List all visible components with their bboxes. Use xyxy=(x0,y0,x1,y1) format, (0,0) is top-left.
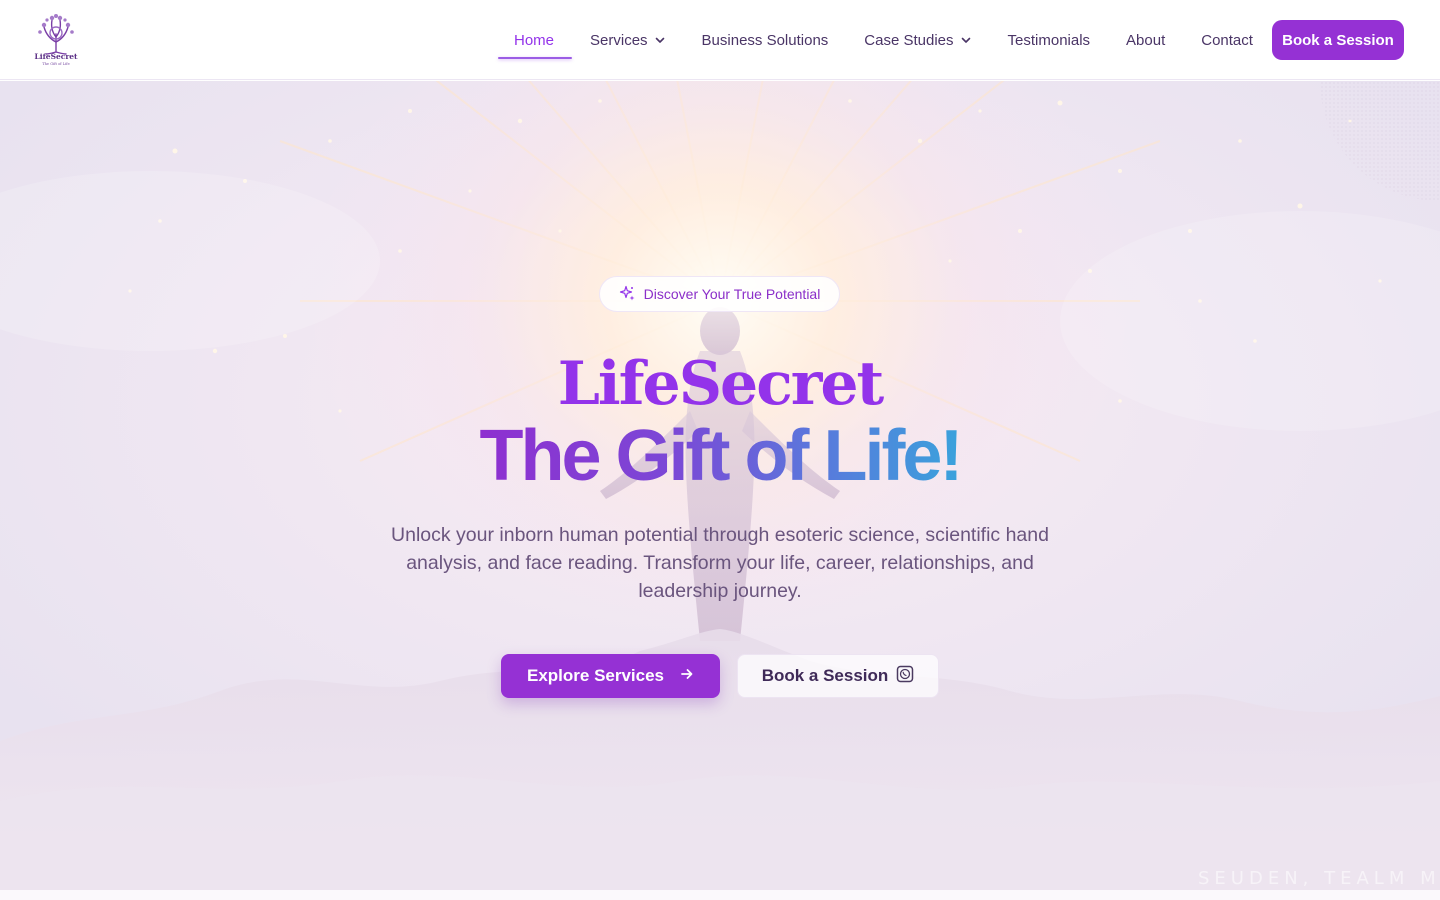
site-header: LifeSecret The Gift of Life Home Service… xyxy=(0,0,1440,80)
nav-item-contact[interactable]: Contact xyxy=(1183,20,1271,60)
nav-item-label: Testimonials xyxy=(1007,31,1091,49)
nav-item-label: Contact xyxy=(1201,31,1253,49)
brand-logo[interactable]: LifeSecret The Gift of Life xyxy=(32,12,80,66)
book-session-hero-button[interactable]: Book a Session xyxy=(737,654,939,698)
badge-text: Discover Your True Potential xyxy=(643,286,821,302)
logo-wordmark: LifeSecret xyxy=(34,52,78,61)
nav-item-label: Home xyxy=(514,31,555,49)
hero-badge: Discover Your True Potential xyxy=(599,276,840,312)
hero-subtitle: Unlock your inborn human potential throu… xyxy=(391,524,1049,602)
nav-item-business-solutions[interactable]: Business Solutions xyxy=(684,20,847,60)
explore-services-button[interactable]: Explore Services xyxy=(501,654,720,698)
nav-item-label: Services xyxy=(590,31,648,49)
image-watermark: SEUDEN, TEALM MI xyxy=(1198,868,1440,889)
arrow-right-icon xyxy=(680,666,694,686)
nav-item-services[interactable]: Services xyxy=(572,20,684,60)
button-label: Book a Session xyxy=(761,666,889,685)
hero-title-tagline: The Gift of Life! xyxy=(0,416,1440,496)
nav-item-label: Business Solutions xyxy=(701,31,829,49)
tree-of-life-icon: LifeSecret The Gift of Life xyxy=(34,14,78,66)
page-bottom-strip xyxy=(0,890,1440,900)
chevron-down-icon xyxy=(654,34,666,46)
nav-item-home[interactable]: Home xyxy=(496,20,573,60)
button-label: Explore Services xyxy=(526,666,665,685)
hero-title-tagline-text: The Gift of Life! xyxy=(479,416,964,496)
nav-item-testimonials[interactable]: Testimonials xyxy=(990,20,1109,60)
nav-item-label: About xyxy=(1126,31,1166,49)
sparkles-icon xyxy=(619,285,635,304)
chevron-down-icon xyxy=(960,34,972,46)
hero-title-brand: LifeSecret xyxy=(557,349,885,419)
logo-tagline: The Gift of Life xyxy=(42,62,70,66)
nav-item-label: Case Studies xyxy=(864,31,954,49)
whatsapp-icon xyxy=(896,665,914,688)
nav-item-about[interactable]: About xyxy=(1108,20,1183,60)
nav-item-case-studies[interactable]: Case Studies xyxy=(846,20,989,60)
main-nav: Home Services Business Solutions Case St… xyxy=(496,20,1271,60)
book-session-header-button[interactable]: Book a Session xyxy=(1272,20,1404,60)
